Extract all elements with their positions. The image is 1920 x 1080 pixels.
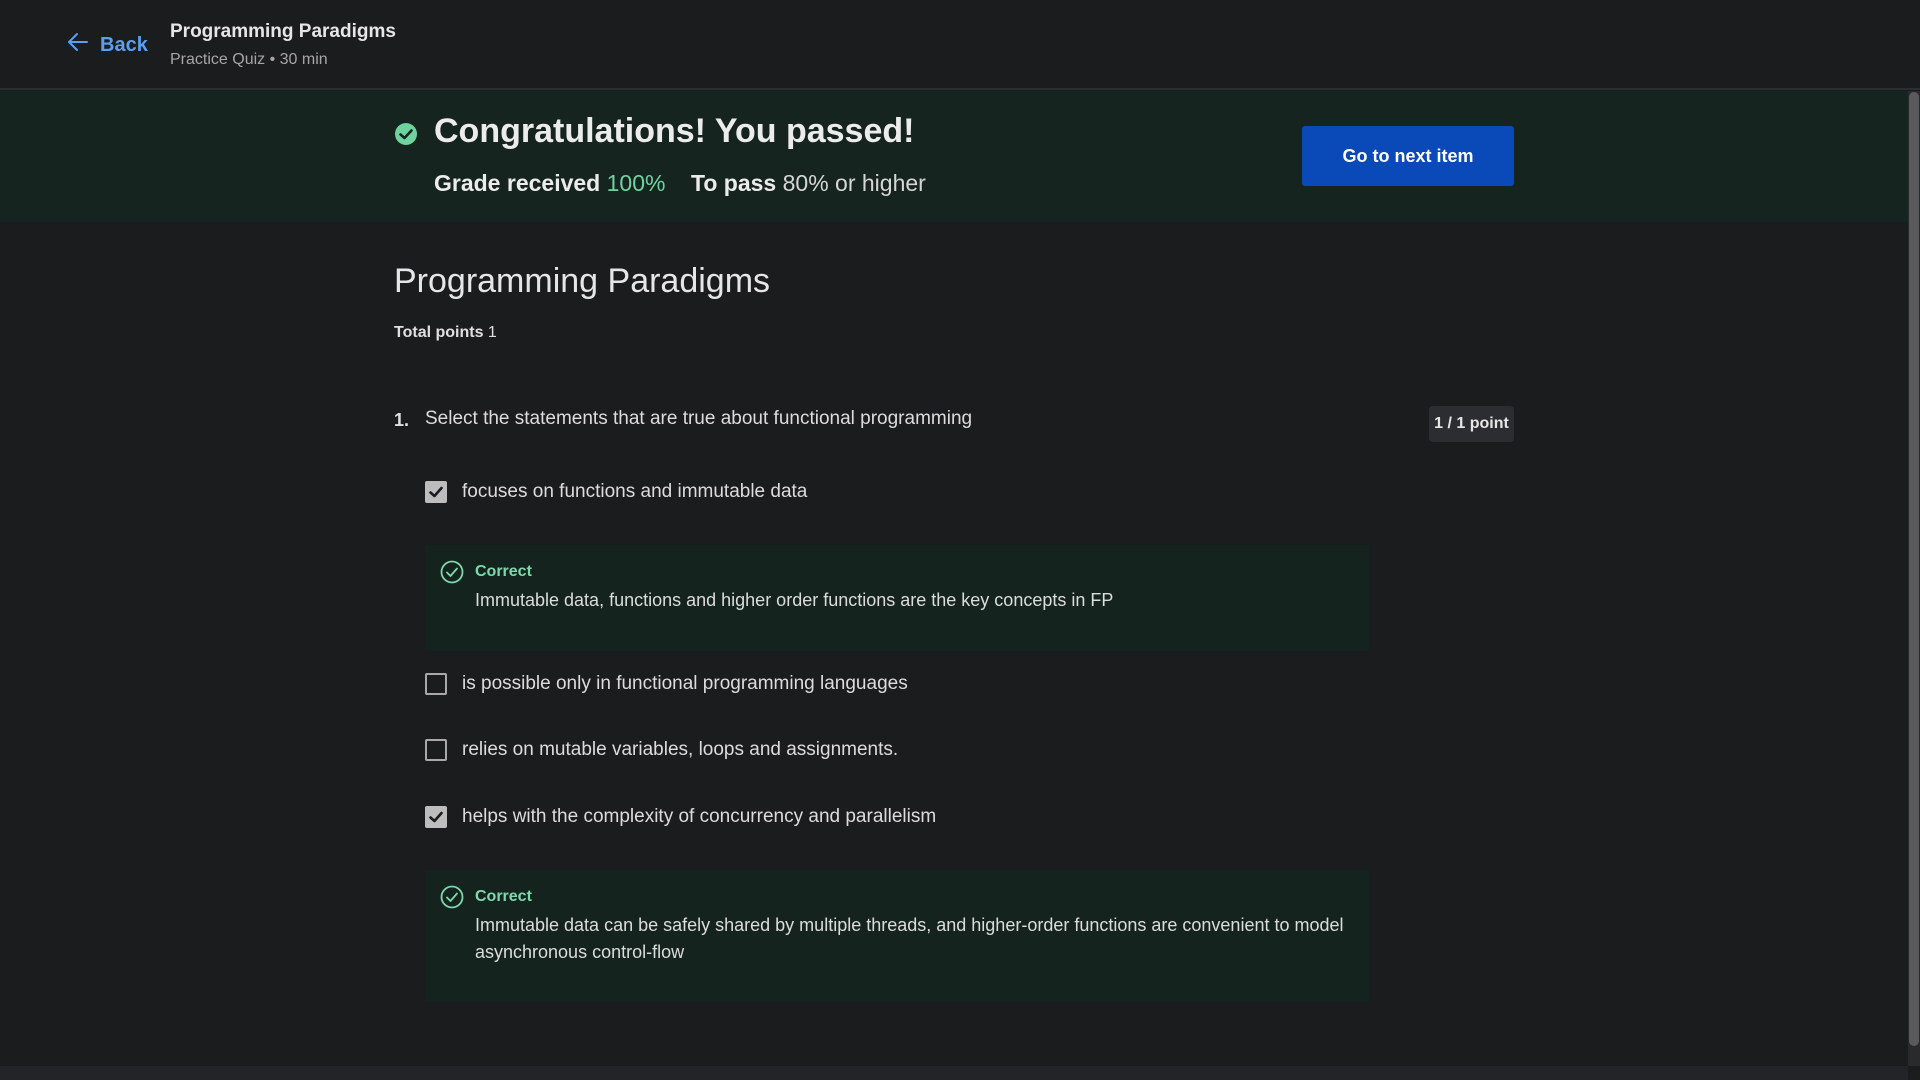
feedback-correct: Correct Immutable data can be safely sha… bbox=[425, 870, 1369, 1002]
question-number: 1. bbox=[394, 410, 410, 430]
bottom-strip bbox=[0, 1066, 1908, 1080]
checkbox-checked[interactable] bbox=[425, 806, 447, 828]
pass-label: To pass bbox=[691, 170, 777, 196]
go-to-next-item-button[interactable]: Go to next item bbox=[1302, 126, 1514, 186]
check-circle-filled-icon bbox=[394, 122, 418, 146]
check-circle-outline-icon bbox=[440, 885, 464, 909]
total-points: Total points 1 bbox=[394, 324, 497, 342]
top-bar bbox=[0, 0, 1920, 90]
checkmark-icon bbox=[429, 486, 443, 498]
check-circle-outline-icon bbox=[440, 560, 464, 584]
feedback-text: Immutable data, functions and higher ord… bbox=[475, 590, 1114, 610]
option-label: is possible only in functional programmi… bbox=[462, 673, 908, 694]
back-button[interactable]: Back bbox=[66, 30, 148, 60]
quiz-title: Programming Paradigms bbox=[394, 262, 771, 300]
checkbox-unchecked[interactable] bbox=[425, 739, 447, 761]
course-title: Programming Paradigms bbox=[170, 21, 396, 42]
feedback-title: Correct bbox=[475, 563, 532, 580]
pass-value: 80% or higher bbox=[782, 170, 926, 196]
back-label: Back bbox=[100, 33, 148, 56]
grade-label: Grade received bbox=[434, 170, 601, 196]
option-label: helps with the complexity of concurrency… bbox=[462, 806, 937, 827]
answer-option[interactable]: is possible only in functional programmi… bbox=[425, 673, 908, 695]
question-text: Select the statements that are true abou… bbox=[425, 408, 973, 429]
answer-option[interactable]: relies on mutable variables, loops and a… bbox=[425, 739, 898, 761]
checkmark-icon bbox=[429, 811, 443, 823]
arrow-left-icon bbox=[66, 30, 90, 60]
total-points-value: 1 bbox=[487, 324, 497, 341]
grade-summary: Grade received 100% To pass 80% or highe… bbox=[434, 170, 926, 197]
pass-title: Congratulations! You passed! bbox=[434, 112, 915, 150]
checkbox-checked[interactable] bbox=[425, 481, 447, 503]
feedback-title: Correct bbox=[475, 888, 532, 905]
scrollbar-thumb[interactable] bbox=[1909, 92, 1919, 1046]
feedback-text: Immutable data can be safely shared by m… bbox=[475, 915, 1344, 962]
course-subtitle: Practice Quiz • 30 min bbox=[170, 51, 328, 68]
feedback-correct: Correct Immutable data, functions and hi… bbox=[425, 545, 1369, 651]
points-badge: 1 / 1 point bbox=[1429, 406, 1514, 442]
total-points-label: Total points bbox=[394, 324, 484, 341]
answer-option[interactable]: focuses on functions and immutable data bbox=[425, 481, 807, 503]
answer-option[interactable]: helps with the complexity of concurrency… bbox=[425, 806, 936, 828]
pass-banner bbox=[0, 91, 1908, 222]
grade-value: 100% bbox=[606, 170, 666, 196]
option-label: relies on mutable variables, loops and a… bbox=[462, 739, 899, 760]
option-label: focuses on functions and immutable data bbox=[462, 481, 808, 502]
checkbox-unchecked[interactable] bbox=[425, 673, 447, 695]
